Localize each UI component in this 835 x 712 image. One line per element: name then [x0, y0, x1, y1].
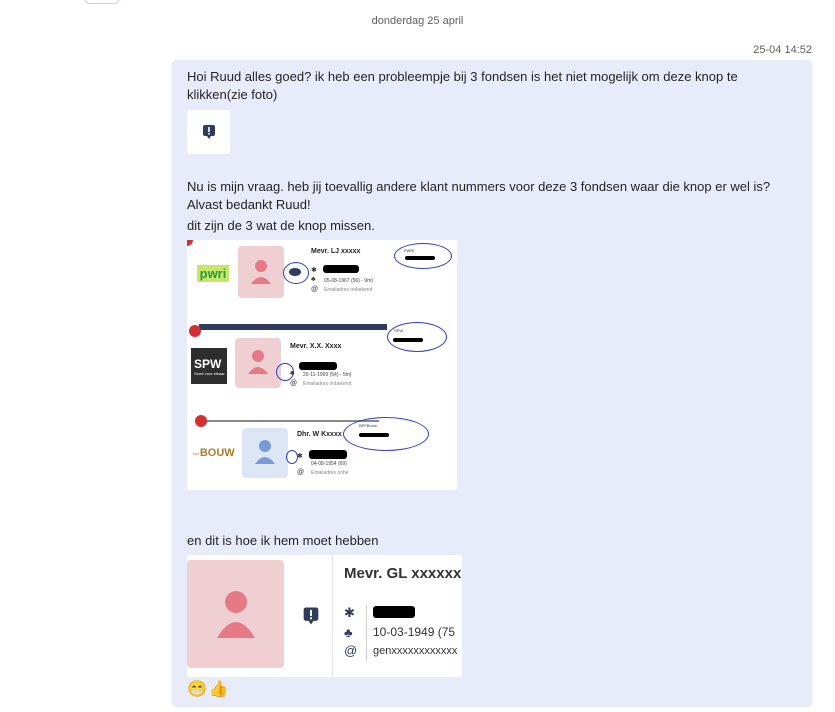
report-flag-icon	[202, 125, 215, 139]
red-notification-dot	[189, 325, 201, 337]
email-icon: @	[311, 286, 319, 293]
scooter-icon	[289, 268, 301, 276]
message-text-question: Nu is mijn vraag. heb jij toevallig ande…	[187, 179, 771, 212]
avatar-female	[187, 560, 284, 668]
redacted-id	[405, 256, 435, 260]
card-header-bar	[199, 420, 379, 422]
cake-icon: ♣	[290, 370, 295, 377]
report-flag-button-icon[interactable]	[300, 605, 322, 627]
female-person-icon	[248, 350, 268, 374]
redacted-id	[393, 338, 423, 342]
avatar-female	[235, 338, 281, 388]
redacted-id	[309, 450, 347, 459]
divider	[332, 555, 333, 677]
card3-fund: BPFBouw	[359, 423, 377, 428]
email-icon: @	[297, 469, 305, 476]
grin-emoji-reaction[interactable]: 😁	[187, 679, 207, 699]
reactions[interactable]: 😁 👍	[187, 679, 229, 699]
message-text-list-intro: dit zijn de 3 wat de knop missen.	[187, 218, 375, 233]
card1-name: Mevr. LJ xxxxx	[311, 248, 361, 255]
card1-fund: PWRI	[404, 248, 415, 253]
highlight-circle	[387, 322, 447, 352]
divider	[366, 605, 367, 661]
day-divider: donderdag 25 april	[371, 15, 464, 27]
attached-screenshot-expected-card[interactable]: Mevr. GL xxxxxx ✱ ♣ 10-03-1949 (75 @ gen…	[187, 555, 462, 677]
person-icon: ✱	[344, 605, 355, 620]
male-person-icon	[255, 440, 275, 464]
cake-icon: ♣	[311, 276, 316, 283]
female-person-icon	[251, 260, 271, 284]
cake-icon: ♣	[344, 625, 353, 640]
expected-card-email: genxxxxxxxxxxxx	[373, 645, 458, 657]
attached-image-thumbnail[interactable]	[187, 110, 230, 154]
redacted-id	[359, 433, 389, 437]
bpf-bouw-logo: bpf BOUW	[193, 447, 235, 459]
card2-fund: SPW	[394, 328, 404, 333]
person-icon: ✱	[297, 453, 303, 460]
thumbs-up-emoji-reaction[interactable]: 👍	[209, 679, 229, 699]
email-icon: @	[344, 643, 358, 658]
chat-message-bubble[interactable]: Hoi Ruud alles goed? ik heb een probleem…	[172, 60, 812, 707]
card3-email: Emailadres onbe	[311, 470, 349, 476]
message-text-expected: en dit is hoe ik hem moet hebben	[187, 533, 379, 548]
card3-name: Dhr. W Kxxxx	[297, 431, 342, 438]
card3-birth: 04-08-1954 (69)	[311, 461, 347, 467]
female-person-icon	[216, 591, 255, 638]
expected-card-name: Mevr. GL xxxxxx	[344, 565, 462, 582]
redacted-id	[299, 362, 337, 370]
message-text-intro: Hoi Ruud alles goed? ik heb een probleem…	[187, 69, 738, 102]
email-icon: @	[290, 380, 298, 387]
avatar-male	[242, 428, 288, 478]
redacted-id	[373, 606, 415, 618]
red-notification-dot	[187, 240, 193, 246]
message-timestamp: 25-04 14:52	[753, 44, 812, 56]
card2-name: Mevr. X.X. Xxxx	[290, 343, 342, 350]
pwri-logo: pwri	[191, 248, 235, 298]
attached-screenshot-missing-buttons[interactable]: pwri Mevr. LJ xxxxx ✱ ♣ 05-08-1967 (56) …	[187, 240, 457, 490]
person-icon: ✱	[311, 267, 317, 274]
card1-email: Emailadres onbekend	[324, 287, 373, 293]
expected-card-birth: 10-03-1949 (75	[373, 625, 456, 639]
card1-birth: 05-08-1967 (56) - 9m)	[324, 278, 373, 284]
card-header-bar	[199, 324, 387, 330]
red-notification-dot	[195, 415, 207, 427]
previous-message-pill	[84, 0, 120, 4]
spw-logo: SPW Goed voor elkaar.	[191, 348, 227, 384]
avatar-female	[238, 246, 284, 298]
redacted-id	[323, 265, 359, 273]
card2-email: Emailadres onbekend	[303, 381, 352, 387]
card2-birth: 20-11-1969 (54) - 5m)	[303, 372, 352, 378]
